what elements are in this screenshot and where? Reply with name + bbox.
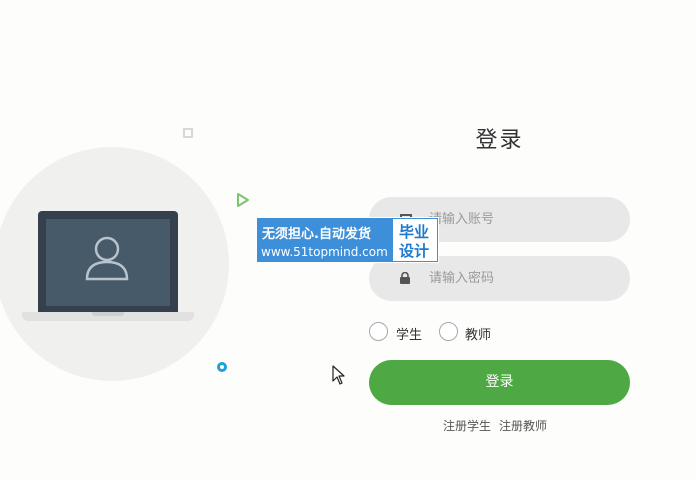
radio-student-label[interactable]: 学生 [396,324,422,343]
watermark-banner: 无须担心.自动发货 www.51topmind.com 毕业 设计 [256,217,439,263]
register-student-link[interactable]: 注册学生 [443,419,491,433]
password-input[interactable] [429,256,614,301]
watermark-slogan: 无须担心.自动发货 [262,227,371,242]
radio-teacher-label[interactable]: 教师 [465,324,491,343]
triangle-play-icon [237,193,249,207]
lock-icon [400,272,410,284]
account-input[interactable] [429,197,614,242]
square-outline-icon [183,128,193,138]
login-button[interactable]: 登录 [369,360,630,405]
radio-student[interactable] [369,322,388,341]
register-links: 注册学生 注册教师 [443,417,555,434]
login-page: 登录 学生 教师 登录 注册学生注册教师 无须担心.自动发货 www.51top… [0,0,696,480]
radio-teacher[interactable] [439,322,458,341]
page-title: 登录 [475,128,524,153]
user-avatar-icon [85,236,129,281]
watermark-badge: 毕业 设计 [392,218,438,262]
watermark-badge-line1: 毕业 [399,223,430,241]
ring-dot-icon [217,362,227,372]
mouse-cursor-icon [332,365,345,385]
watermark-url: www.51topmind.com [261,245,388,259]
watermark-badge-line2: 设计 [399,242,430,260]
laptop-notch [92,312,124,316]
register-teacher-link[interactable]: 注册教师 [499,419,547,433]
